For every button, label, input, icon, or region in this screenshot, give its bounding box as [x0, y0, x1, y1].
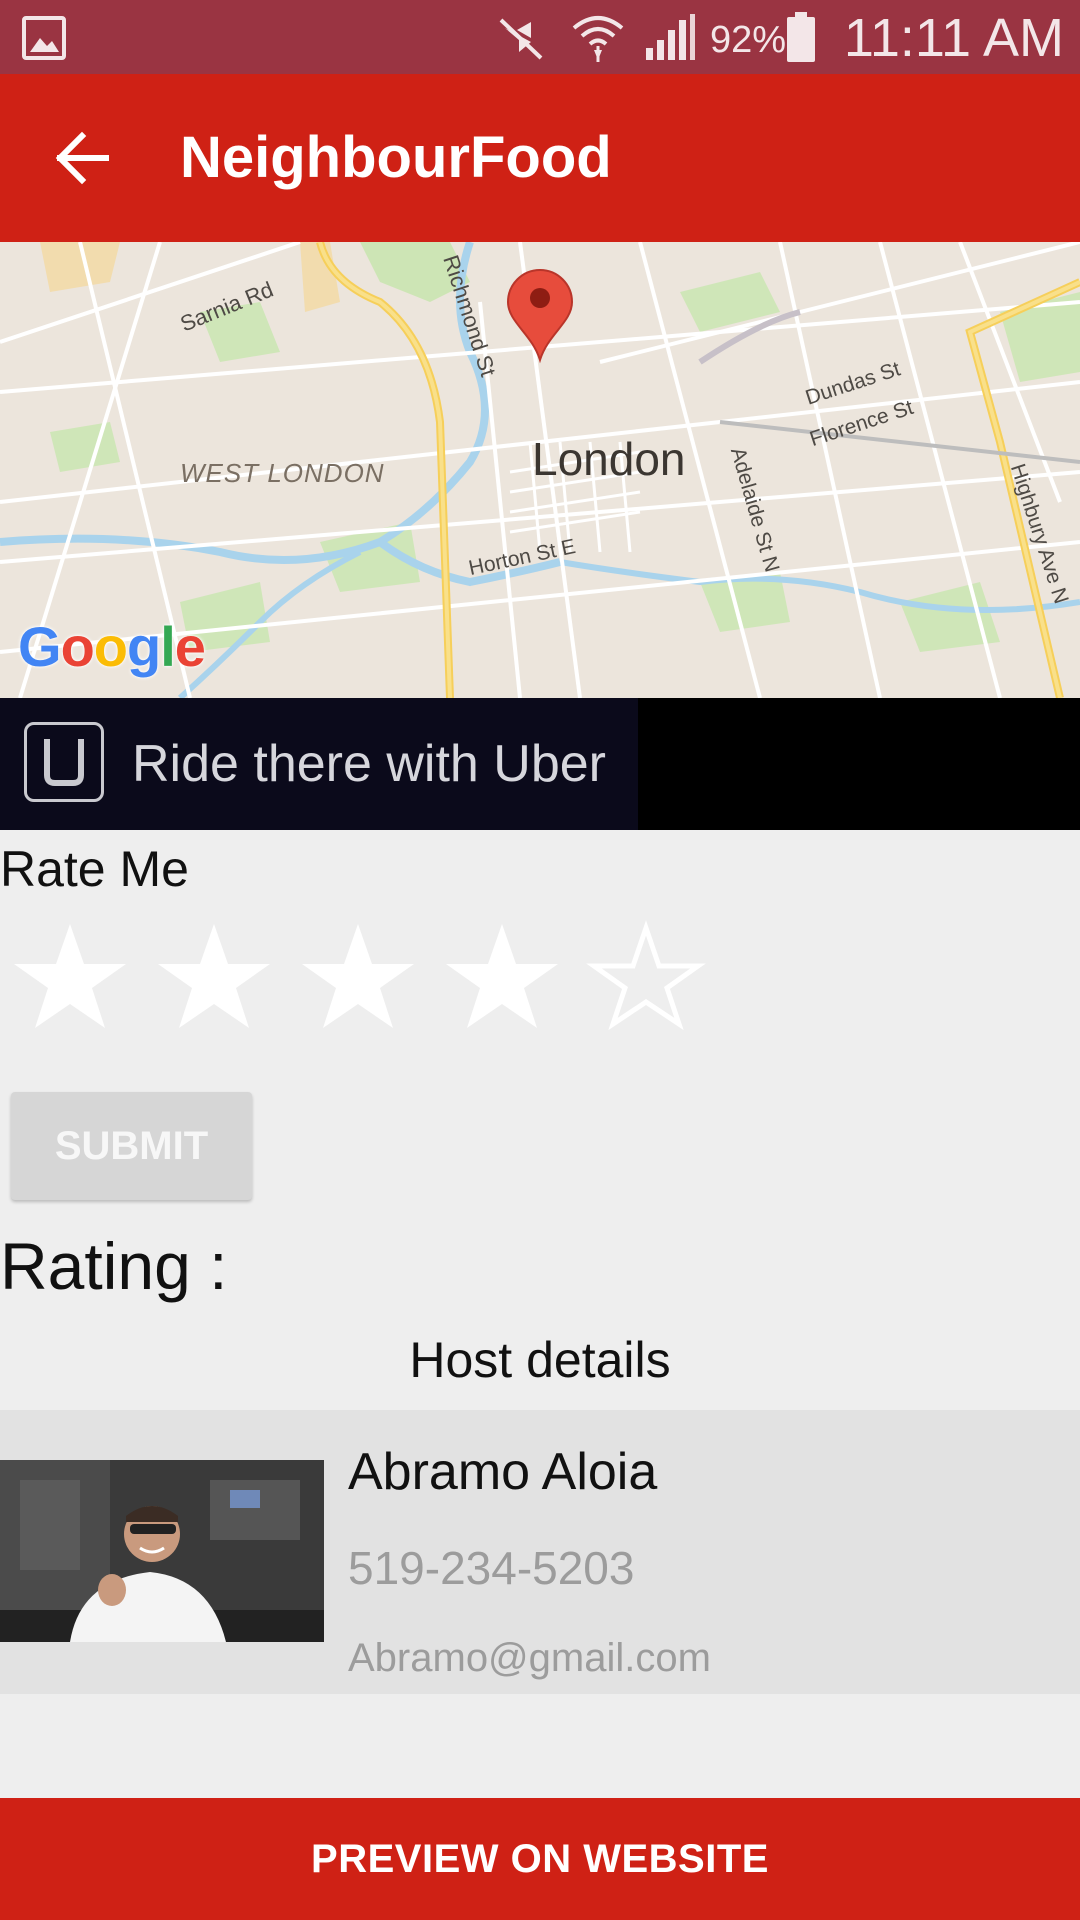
page-title: NeighbourFood [180, 125, 612, 190]
host-photo [0, 1460, 324, 1642]
submit-button[interactable]: SUBMIT [11, 1092, 252, 1200]
arrow-left-icon[interactable] [52, 128, 112, 188]
signal-icon [646, 14, 695, 60]
app-bar: NeighbourFood [0, 74, 1080, 242]
battery-icon [787, 12, 815, 62]
mute-icon [499, 18, 543, 60]
star-icon-filled[interactable] [10, 920, 130, 1032]
status-bar: 92% 11:11 AM [0, 0, 1080, 74]
uber-strip: Ride there with Uber [0, 698, 1080, 830]
rating-label: Rating : [0, 1229, 228, 1303]
preview-on-website-button[interactable]: PREVIEW ON WEBSITE [0, 1798, 1080, 1920]
map-label-west-london: WEST LONDON [180, 458, 385, 488]
host-details-heading: Host details [409, 1332, 671, 1388]
battery-percent: 92% [710, 19, 787, 61]
host-card: Abramo Aloia 519-234-5203 Abramo@gmail.c… [0, 1410, 1080, 1694]
map-label-london: London [532, 433, 686, 485]
host-name: Abramo Aloia [348, 1443, 658, 1501]
star-icon-filled[interactable] [154, 920, 274, 1032]
host-phone[interactable]: 519-234-5203 [348, 1538, 634, 1598]
star-rating[interactable] [10, 920, 730, 1032]
uber-icon [24, 722, 104, 802]
map-view[interactable]: Sarnia Rd Richmond St WEST LONDON London… [0, 242, 1080, 698]
rate-me-label: Rate Me [0, 841, 189, 897]
star-icon-filled[interactable] [442, 920, 562, 1032]
star-icon-empty[interactable] [586, 920, 706, 1032]
wifi-icon [572, 16, 624, 62]
google-logo: Google [18, 615, 206, 678]
gallery-icon [22, 16, 66, 60]
star-icon-filled[interactable] [298, 920, 418, 1032]
uber-ride-button[interactable]: Ride there with Uber [0, 698, 638, 830]
uber-label: Ride there with Uber [132, 735, 606, 793]
host-email[interactable]: Abramo@gmail.com [348, 1632, 711, 1684]
clock: 11:11 AM [843, 8, 1064, 68]
